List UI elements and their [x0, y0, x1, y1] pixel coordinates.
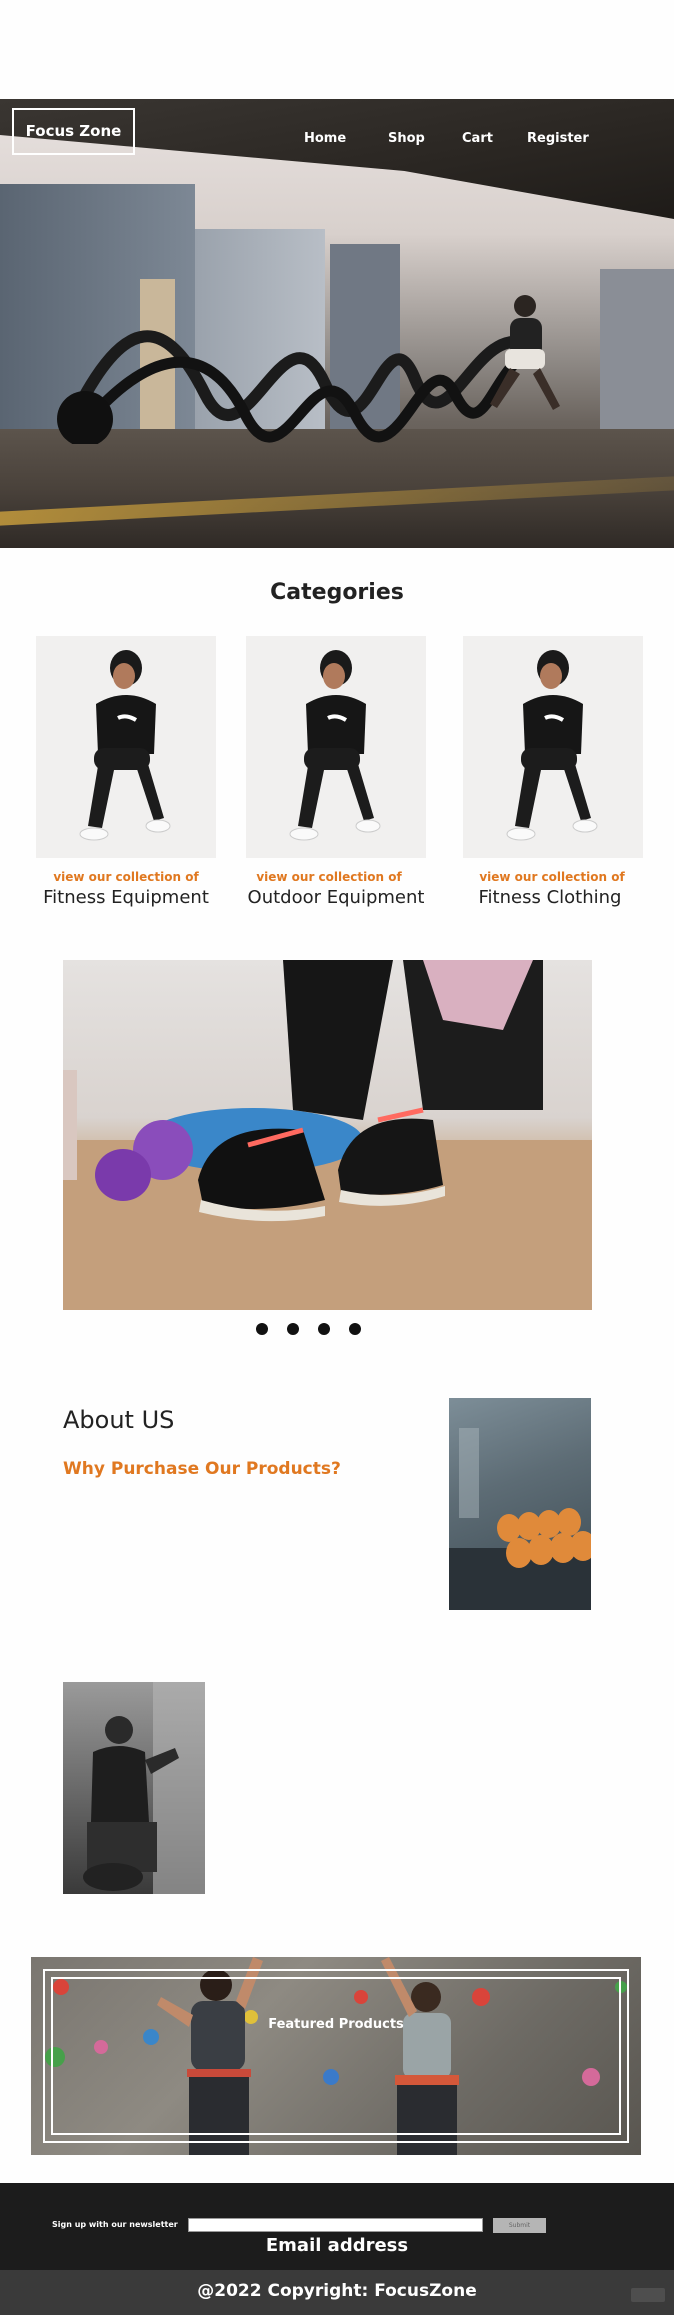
page: Focus Zone Home Shop Cart Register Categ… — [0, 0, 674, 2315]
battle-rope-illustration — [57, 295, 560, 444]
nav-home[interactable]: Home — [304, 131, 346, 146]
carousel-dot-4[interactable] — [349, 1323, 361, 1335]
model-photo — [289, 650, 381, 841]
building-far-right — [600, 269, 674, 439]
submit-button[interactable]: Submit — [493, 2218, 546, 2233]
banner-inner-frame — [51, 1977, 621, 2135]
category-image-fitness-clothing[interactable] — [463, 636, 643, 858]
carousel-dot-1[interactable] — [256, 1323, 268, 1335]
category-name-fitness-equipment: Fitness Equipment — [43, 887, 209, 908]
category-link-fitness-equipment[interactable]: view our collection of — [26, 870, 226, 884]
category-image-outdoor-equipment[interactable] — [246, 636, 426, 858]
nav-register[interactable]: Register — [527, 131, 589, 146]
newsletter-label: Sign up with our newsletter — [52, 2220, 178, 2229]
model-photo — [79, 650, 171, 841]
category-link-fitness-clothing[interactable]: view our collection of — [452, 870, 652, 884]
carousel-dot-2[interactable] — [287, 1323, 299, 1335]
copyright-text: @2022 Copyright: FocusZone — [197, 2281, 477, 2301]
shoes-photo — [63, 960, 592, 1310]
athlete-illustration — [83, 1682, 205, 1894]
category-link-outdoor-equipment[interactable]: view our collection of — [229, 870, 429, 884]
carousel-dot-3[interactable] — [318, 1323, 330, 1335]
brand-logo[interactable]: Focus Zone — [12, 108, 135, 155]
featured-products-label: Featured Products — [268, 2017, 404, 2032]
copyright-bar: @2022 Copyright: FocusZone — [0, 2270, 674, 2315]
athlete-photo — [63, 1682, 205, 1894]
categories-title: Categories — [270, 580, 404, 605]
hero-image — [0, 99, 674, 548]
dumbbells-photo — [449, 1398, 591, 1610]
about-title: About US — [63, 1406, 175, 1434]
email-input[interactable] — [188, 2218, 483, 2232]
about-subtitle: Why Purchase Our Products? — [63, 1459, 341, 1479]
category-name-outdoor-equipment: Outdoor Equipment — [247, 887, 425, 908]
dumbbell-rack-illustration — [449, 1428, 591, 1610]
category-image-fitness-equipment[interactable] — [36, 636, 216, 858]
model-photo — [506, 650, 598, 841]
nav-shop[interactable]: Shop — [388, 131, 425, 146]
featured-products-banner[interactable]: Featured Products — [31, 1957, 641, 2155]
category-name-fitness-clothing: Fitness Clothing — [478, 887, 622, 908]
email-placeholder: Email address — [265, 2235, 409, 2256]
carousel-slide[interactable] — [63, 960, 592, 1310]
scroll-top-button[interactable] — [631, 2288, 665, 2302]
newsletter-section: Sign up with our newsletter Submit Email… — [0, 2183, 674, 2270]
nav-cart[interactable]: Cart — [462, 131, 493, 146]
